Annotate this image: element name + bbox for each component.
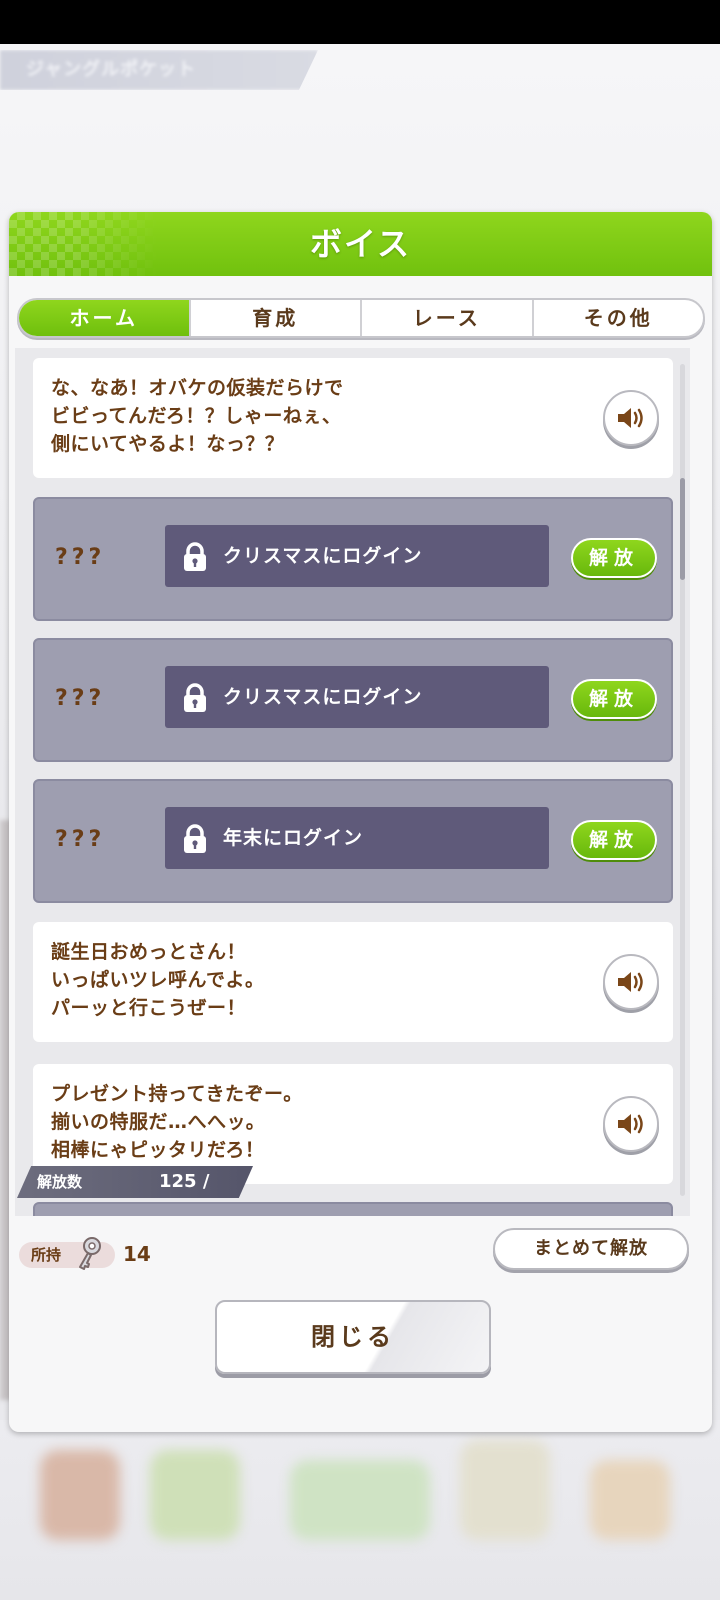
background-home-menu — [0, 1420, 720, 1600]
unlock-condition: クリスマスにログイン — [165, 525, 549, 587]
close-button[interactable]: 閉じる — [215, 1300, 491, 1374]
speaker-icon — [618, 1114, 643, 1134]
release-button[interactable]: 解放 — [571, 679, 657, 719]
tab-home[interactable]: ホーム — [19, 300, 189, 336]
bulk-release-button[interactable]: まとめて解放 — [493, 1228, 689, 1270]
voice-line-text: な、なあ！オバケの仮装だらけで ビビってんだろ！？しゃーねぇ、 側にいてやるよ！… — [51, 377, 344, 455]
voice-line-text: プレゼント持ってきたぞー。 揃いの特服だ…へへッ。 相棒にゃピッタリだろ！ — [51, 1083, 303, 1161]
key-icon — [79, 1237, 101, 1270]
play-voice-button[interactable] — [603, 1096, 659, 1152]
voice-dialog: ボイス ホーム 育成 レース その他 な、なあ！オバケの仮装だらけで ビビってん… — [9, 212, 712, 1432]
dialog-header: ボイス — [9, 212, 712, 276]
speaker-icon — [618, 408, 643, 428]
unlock-condition-text: 年末にログイン — [223, 827, 364, 849]
voice-item: 誕生日おめっとさん！ いっぱいツレ呼んでよ。 パーッと行こうぜー！ — [33, 922, 673, 1042]
voice-item: な、なあ！オバケの仮装だらけで ビビってんだろ！？しゃーねぇ、 側にいてやるよ！… — [33, 358, 673, 478]
unlock-count-badge: 解放数 125 / 155 — [17, 1166, 253, 1198]
owned-label: 所持 — [31, 1246, 62, 1264]
voice-line-text: 誕生日おめっとさん！ いっぱいツレ呼んでよ。 パーッと行こうぜー！ — [51, 941, 265, 1019]
tab-training[interactable]: 育成 — [188, 300, 361, 336]
unlock-condition-text: クリスマスにログイン — [223, 686, 423, 708]
tab-other[interactable]: その他 — [531, 300, 704, 336]
voice-list[interactable]: な、なあ！オバケの仮装だらけで ビビってんだろ！？しゃーねぇ、 側にいてやるよ！… — [15, 348, 690, 1216]
owned-badge: 所持 — [19, 1237, 115, 1270]
background-character-label: ジャングルポケット — [0, 50, 318, 90]
category-tabs: ホーム 育成 レース その他 — [17, 298, 705, 338]
dialog-title: ボイス — [309, 225, 412, 263]
lock-icon — [184, 542, 206, 571]
owned-count: 14 — [123, 1242, 151, 1266]
locked-voice-name: ??? — [55, 827, 106, 852]
play-voice-button[interactable] — [603, 390, 659, 446]
locked-voice-item: ??? クリスマスにログイン 解放 — [33, 638, 673, 762]
locked-voice-item — [33, 1202, 673, 1216]
locked-voice-item: ??? クリスマスにログイン 解放 — [33, 497, 673, 621]
locked-voice-name: ??? — [55, 686, 106, 711]
lock-icon — [184, 824, 206, 853]
release-button[interactable]: 解放 — [571, 820, 657, 860]
tab-race[interactable]: レース — [360, 300, 532, 336]
locked-voice-item: ??? 年末にログイン 解放 — [33, 779, 673, 903]
unlock-condition-text: クリスマスにログイン — [223, 545, 423, 567]
status-bar — [0, 0, 720, 44]
unlock-count-label: 解放数 — [37, 1173, 83, 1191]
play-voice-button[interactable] — [603, 954, 659, 1010]
release-button[interactable]: 解放 — [571, 538, 657, 578]
scrollbar-thumb[interactable] — [680, 478, 685, 580]
locked-voice-name: ??? — [55, 545, 106, 570]
unlock-condition: クリスマスにログイン — [165, 666, 549, 728]
unlock-condition: 年末にログイン — [165, 807, 549, 869]
lock-icon — [184, 683, 206, 712]
speaker-icon — [618, 972, 643, 992]
